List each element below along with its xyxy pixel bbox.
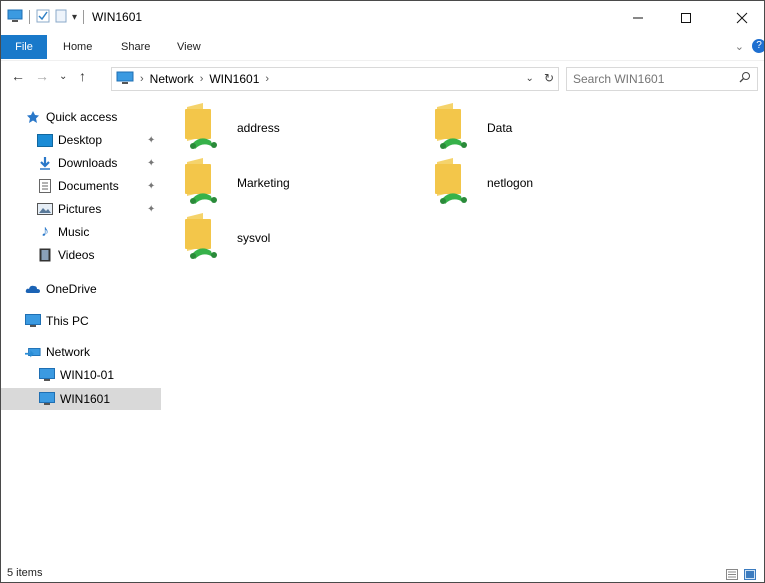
nav-label: Quick access (46, 110, 118, 124)
title-bar: ▾ WIN1601 (1, 1, 764, 34)
folder-label: sysvol (237, 231, 271, 245)
folder-label: Data (487, 121, 513, 135)
ribbon-tabs: File Home Share View ⌄ ? (1, 34, 764, 61)
nav-desktop[interactable]: Desktop ✦ (1, 129, 161, 151)
nav-this-pc[interactable]: This PC (1, 310, 161, 332)
nav-label: Music (58, 225, 90, 239)
music-icon: ♪ (41, 223, 49, 240)
status-bar: 5 items (1, 567, 764, 582)
nav-label: WIN10-01 (60, 368, 115, 382)
nav-pictures[interactable]: Pictures ✦ (1, 198, 161, 220)
window-title: WIN1601 (92, 10, 143, 24)
shared-folder-icon (431, 102, 473, 154)
nav-label: Documents (58, 179, 119, 193)
shared-folder-icon (431, 157, 473, 209)
chevron-right-icon[interactable]: › (140, 73, 144, 85)
download-icon (37, 155, 53, 171)
help-icon[interactable]: ? (752, 39, 764, 53)
details-view-icon[interactable] (726, 569, 738, 582)
up-arrow-icon[interactable]: ↑ (79, 68, 86, 84)
recent-locations-icon[interactable]: ⌄ (59, 71, 67, 82)
nav-network[interactable]: Network (1, 341, 161, 363)
videos-icon (37, 247, 53, 263)
customize-toolbar-icon[interactable]: ▾ (72, 12, 77, 23)
nav-music[interactable]: ♪ Music (1, 221, 161, 243)
network-icon (25, 344, 41, 360)
expand-ribbon-icon[interactable]: ⌄ (735, 40, 744, 53)
search-input[interactable] (567, 71, 725, 87)
network-location-icon (116, 71, 134, 88)
folder-label: netlogon (487, 176, 534, 190)
desktop-icon (37, 132, 53, 148)
tab-share[interactable]: Share (111, 37, 160, 57)
pin-icon[interactable]: ✦ (147, 135, 155, 146)
nav-label: WIN1601 (60, 392, 111, 406)
nav-quick-access[interactable]: Quick access (25, 106, 161, 128)
nav-label: Downloads (58, 156, 118, 170)
nav-label: Network (46, 345, 91, 359)
document-icon (37, 178, 53, 194)
folder-item[interactable]: Marketing (181, 157, 421, 209)
minimize-button[interactable] (617, 1, 659, 34)
shared-folder-icon (181, 102, 223, 154)
file-list: address Data Marketing netlogon sysvol (171, 97, 761, 557)
folder-item[interactable]: sysvol (181, 212, 421, 264)
refresh-icon[interactable]: ↻ (544, 71, 554, 85)
maximize-button[interactable] (665, 1, 707, 34)
navigation-pane: Quick access Desktop ✦ Downloads ✦ Docum… (1, 96, 161, 566)
breadcrumb-win1601[interactable]: WIN1601 (209, 72, 259, 86)
back-arrow-icon[interactable]: ← (11, 68, 25, 84)
shared-folder-icon (181, 212, 223, 264)
explorer-window: ▾ WIN1601 File Home Share View ⌄ ? ← → ⌄… (0, 0, 765, 583)
nav-label: Videos (58, 248, 95, 262)
chevron-right-icon[interactable]: › (265, 73, 269, 85)
nav-onedrive[interactable]: OneDrive (1, 278, 161, 300)
computer-icon (39, 367, 55, 383)
tab-file[interactable]: File (1, 35, 47, 59)
tab-home[interactable]: Home (53, 37, 102, 57)
star-icon (25, 109, 41, 125)
nav-label: Pictures (58, 202, 102, 216)
search-box[interactable] (566, 67, 758, 91)
folder-label: Marketing (237, 176, 290, 190)
nav-label: This PC (46, 314, 89, 328)
computer-icon (39, 391, 55, 407)
nav-label: Desktop (58, 133, 103, 147)
folder-item[interactable]: address (181, 102, 421, 154)
breadcrumb-network[interactable]: Network (150, 72, 194, 86)
chevron-right-icon[interactable]: › (200, 73, 204, 85)
forward-arrow-icon[interactable]: → (35, 68, 49, 84)
address-bar[interactable]: › Network › WIN1601 › ⌄ ↻ (111, 67, 559, 91)
close-button[interactable] (721, 1, 763, 34)
navigation-row: ← → ⌄ ↑ › Network › WIN1601 › ⌄ ↻ (1, 60, 764, 96)
large-icons-view-icon[interactable] (744, 569, 756, 582)
properties-icon[interactable] (36, 9, 50, 26)
nav-win10-01[interactable]: WIN10-01 (1, 364, 161, 386)
pin-icon[interactable]: ✦ (147, 181, 155, 192)
nav-label: OneDrive (46, 282, 97, 296)
chevron-down-icon[interactable]: ⌄ (526, 73, 534, 84)
search-icon[interactable] (739, 71, 751, 86)
shared-folder-icon (181, 157, 223, 209)
computer-icon (25, 313, 41, 329)
new-folder-icon[interactable] (54, 9, 68, 26)
cloud-icon (25, 281, 41, 297)
nav-videos[interactable]: Videos (1, 244, 161, 266)
pin-icon[interactable]: ✦ (147, 158, 155, 169)
separator (29, 10, 30, 24)
folder-label: address (237, 121, 280, 135)
tab-view[interactable]: View (167, 37, 211, 57)
nav-win1601[interactable]: WIN1601 (1, 388, 161, 410)
computer-icon[interactable] (7, 9, 23, 26)
nav-documents[interactable]: Documents ✦ (1, 175, 161, 197)
pictures-icon (37, 201, 53, 217)
folder-item[interactable]: Data (431, 102, 671, 154)
pin-icon[interactable]: ✦ (147, 204, 155, 215)
nav-downloads[interactable]: Downloads ✦ (1, 152, 161, 174)
folder-item[interactable]: netlogon (431, 157, 671, 209)
item-count: 5 items (7, 567, 43, 579)
separator (83, 10, 85, 24)
